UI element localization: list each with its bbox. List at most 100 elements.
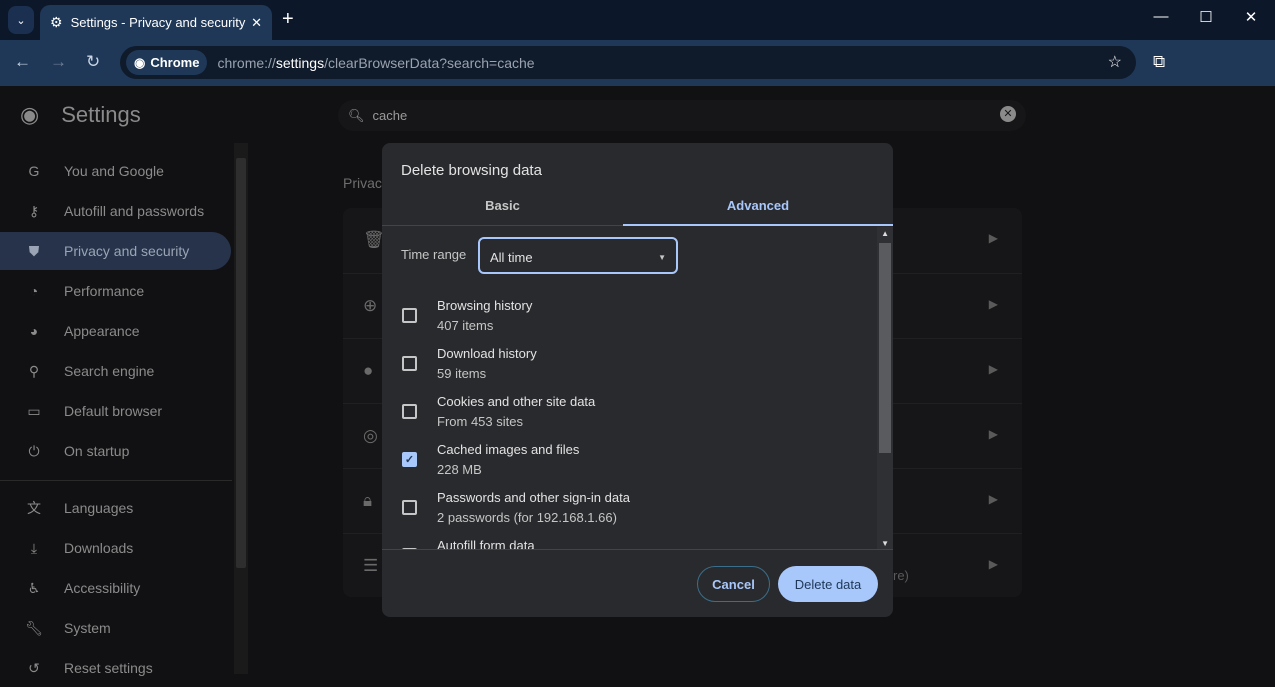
browser-icon: ▭ (27, 402, 41, 419)
sidebar-item-performance[interactable]: ◔ Performance (0, 272, 231, 310)
extensions-icon[interactable]: ⧉ (1153, 52, 1165, 72)
checkbox-option[interactable]: Autofill form data (382, 538, 877, 550)
sidebar-item-label: Autofill and passwords (64, 203, 205, 219)
checkbox[interactable] (402, 308, 417, 323)
sidebar-item-label: Appearance (64, 323, 140, 339)
tab-advanced[interactable]: Advanced (623, 190, 893, 226)
search-value: cache (372, 108, 408, 123)
option-subtitle: From 453 sites (437, 414, 523, 429)
option-subtitle: 407 items (437, 318, 494, 333)
sidebar-item-label: On startup (64, 443, 130, 459)
section-heading: Privac (343, 175, 382, 191)
scroll-up-arrow-icon[interactable]: ▲ (881, 229, 889, 238)
active-tab[interactable]: ⚙ Settings - Privacy and security ✕ (40, 5, 272, 40)
shield-icon: ⛊ (28, 242, 40, 259)
checkbox[interactable] (402, 548, 417, 549)
url-host: settings (275, 54, 325, 71)
option-title: Autofill form data (437, 538, 535, 550)
site-info-chip[interactable]: ◉ Chrome (126, 50, 208, 75)
clear-search-icon[interactable]: ✕ (1000, 106, 1016, 122)
chrome-logo-icon: ◉ (20, 102, 40, 127)
close-window-button[interactable]: ✕ (1236, 8, 1266, 26)
sidebar-item-you-and-google[interactable]: G You and Google (0, 152, 231, 190)
dialog-title: Delete browsing data (401, 162, 542, 179)
key-icon: ⚷ (28, 202, 40, 219)
checkbox-option[interactable]: Download history 59 items (382, 346, 877, 394)
tab-search-button[interactable]: ⌄ (8, 6, 34, 34)
sidebar-item-label: Privacy and security (64, 243, 190, 259)
download-icon: ⤓ (30, 539, 38, 556)
chevron-right-icon: ▶ (988, 427, 998, 441)
sidebar-item-label: Accessibility (64, 580, 141, 596)
sidebar-item-privacy-and-security[interactable]: ⛊ Privacy and security (0, 232, 231, 270)
cancel-button[interactable]: Cancel (697, 566, 770, 602)
chip-label: Chrome (150, 55, 200, 70)
search-icon: ⚲ (28, 362, 40, 379)
address-bar[interactable]: ◉ Chrome chrome://settings/clearBrowserD… (120, 46, 1136, 79)
scroll-down-arrow-icon[interactable]: ▼ (881, 539, 889, 548)
sidebar-item-reset-settings[interactable]: ↺ Reset settings (0, 649, 231, 687)
dropdown-arrow-icon: ▼ (658, 253, 666, 262)
time-range-value: All time (490, 250, 533, 265)
compass-icon: ⊕ (363, 296, 378, 315)
sidebar-item-system[interactable]: 🔧︎ System (0, 609, 231, 647)
settings-header: ◉ Settings (20, 102, 141, 128)
checkbox-option[interactable]: Browsing history 407 items (382, 298, 877, 346)
bookmark-star-icon[interactable]: ☆ (1108, 52, 1122, 72)
minimize-button[interactable]: — (1146, 8, 1176, 25)
sidebar-item-on-startup[interactable]: ⏻ On startup (0, 432, 231, 470)
sidebar-item-accessibility[interactable]: ♿︎ Accessibility (0, 569, 231, 607)
checkbox-option[interactable]: ✓ Cached images and files 228 MB (382, 442, 877, 490)
search-icon: 🔍︎ (348, 107, 365, 123)
back-button[interactable]: ← (14, 52, 31, 72)
sidebar-item-label: Languages (64, 500, 134, 516)
dialog-scrollbar-thumb[interactable] (879, 243, 891, 453)
forward-button[interactable]: → (50, 52, 67, 72)
sidebar-item-downloads[interactable]: ⤓ Downloads (0, 529, 231, 567)
checkbox-option[interactable]: Passwords and other sign-in data 2 passwo… (382, 490, 877, 538)
settings-title: Settings (61, 102, 141, 127)
url-prefix: chrome:// (217, 54, 276, 71)
lock-icon: 🔒︎ (363, 491, 373, 510)
sidebar-item-default-browser[interactable]: ▭ Default browser (0, 392, 231, 430)
cookie-icon: ● (363, 361, 374, 380)
sidebar-item-search-engine[interactable]: ⚲ Search engine (0, 352, 231, 390)
checkbox[interactable] (402, 404, 417, 419)
time-range-select[interactable]: All time ▼ (478, 237, 678, 274)
sidebar-item-label: Performance (64, 283, 145, 299)
chrome-logo-icon: ◉ (134, 54, 146, 70)
close-tab-icon[interactable]: ✕ (251, 15, 262, 31)
speedometer-icon: ◔ (29, 283, 39, 299)
settings-search-input[interactable]: 🔍︎ cache ✕ (338, 100, 1026, 131)
maximize-button[interactable]: ☐ (1191, 8, 1221, 26)
chevron-right-icon: ▶ (988, 362, 998, 376)
option-title: Passwords and other sign-in data (437, 490, 630, 505)
checkbox[interactable] (402, 356, 417, 371)
chevron-right-icon: ▶ (988, 297, 998, 311)
url-path: /clearBrowserData?search=cache (324, 54, 535, 71)
checkbox[interactable] (402, 500, 417, 515)
sidebar-divider (0, 480, 232, 481)
dialog-scrollbar[interactable]: ▲ ▼ (877, 227, 893, 549)
chevron-right-icon: ▶ (988, 492, 998, 506)
option-subtitle: 228 MB (437, 462, 482, 477)
checkbox[interactable]: ✓ (402, 452, 417, 467)
translate-icon: 文 (27, 500, 41, 516)
sidebar-scrollbar-thumb[interactable] (236, 158, 246, 568)
delete-data-button[interactable]: Delete data (778, 566, 878, 602)
sidebar-item-label: System (64, 620, 111, 636)
palette-icon: ◕ (29, 323, 39, 339)
reload-button[interactable]: ↻ (86, 52, 100, 72)
sidebar-item-label: Search engine (64, 363, 155, 379)
sidebar-item-languages[interactable]: 文 Languages (0, 489, 231, 527)
new-tab-button[interactable]: + (282, 8, 294, 31)
tab-basic[interactable]: Basic (382, 190, 623, 226)
google-icon: G (28, 163, 40, 179)
wrench-icon: 🔧︎ (25, 619, 43, 636)
sidebar-item-autofill-and-passwords[interactable]: ⚷ Autofill and passwords (0, 192, 231, 230)
checkbox-option[interactable]: Cookies and other site data From 453 site… (382, 394, 877, 442)
accessibility-icon: ♿︎ (27, 579, 41, 596)
option-title: Cookies and other site data (437, 394, 596, 409)
sidebar-item-appearance[interactable]: ◕ Appearance (0, 312, 231, 350)
url-text: chrome://settings/clearBrowserData?searc… (217, 55, 534, 71)
